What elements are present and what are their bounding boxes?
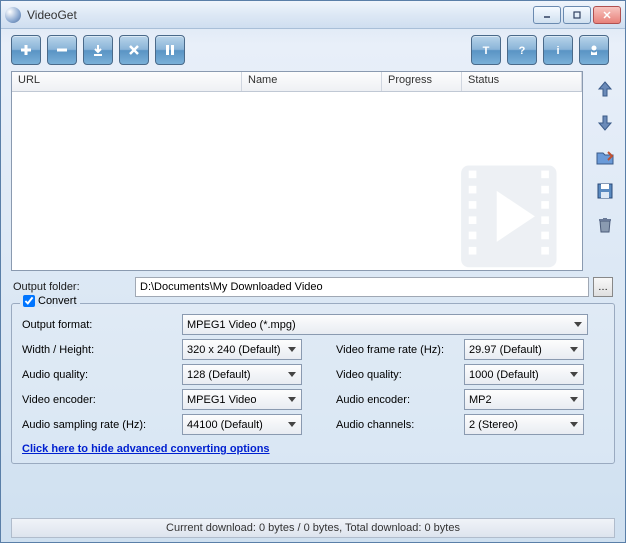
titlebar: VideoGet [1, 1, 625, 29]
download-button[interactable] [83, 35, 113, 65]
col-url[interactable]: URL [12, 72, 242, 91]
help-button[interactable]: ? [507, 35, 537, 65]
aq-select[interactable]: 128 (Default) [182, 364, 302, 385]
output-folder-input[interactable] [135, 277, 589, 297]
info-button[interactable]: i [543, 35, 573, 65]
maximize-button[interactable] [563, 6, 591, 24]
app-icon [5, 7, 21, 23]
ach-label: Audio channels: [336, 419, 456, 431]
svg-text:?: ? [519, 45, 526, 57]
convert-checkbox[interactable] [23, 295, 35, 307]
asr-label: Audio sampling rate (Hz): [22, 419, 174, 431]
remove-button[interactable] [47, 35, 77, 65]
pause-button[interactable] [155, 35, 185, 65]
download-list[interactable]: URL Name Progress Status [11, 71, 583, 271]
vfr-select[interactable]: 29.97 (Default) [464, 339, 584, 360]
vq-label: Video quality: [336, 369, 456, 381]
stop-button[interactable] [119, 35, 149, 65]
minimize-button[interactable] [533, 6, 561, 24]
toolbar: T ? i [1, 29, 625, 71]
wh-label: Width / Height: [22, 344, 174, 356]
move-up-button[interactable] [593, 77, 617, 101]
tool-t-button[interactable]: T [471, 35, 501, 65]
open-folder-button[interactable] [593, 145, 617, 169]
browse-button[interactable]: … [593, 277, 613, 297]
convert-legend: Convert [20, 295, 80, 307]
svg-text:T: T [483, 45, 490, 57]
aq-label: Audio quality: [22, 369, 174, 381]
aenc-label: Audio encoder: [336, 394, 456, 406]
app-window: VideoGet T ? i URL Name Progress Status [0, 0, 626, 543]
aenc-select[interactable]: MP2 [464, 389, 584, 410]
vfr-label: Video frame rate (Hz): [336, 344, 456, 356]
window-controls [533, 6, 621, 24]
ach-select[interactable]: 2 (Stereo) [464, 414, 584, 435]
status-text: Current download: 0 bytes / 0 bytes, Tot… [166, 522, 460, 534]
col-progress[interactable]: Progress [382, 72, 462, 91]
advanced-toggle-link[interactable]: Click here to hide advanced converting o… [22, 443, 270, 455]
status-bar: Current download: 0 bytes / 0 bytes, Tot… [11, 518, 615, 538]
side-buttons [593, 77, 617, 237]
convert-group: Convert Output format: MPEG1 Video (*.mp… [11, 303, 615, 464]
vq-select[interactable]: 1000 (Default) [464, 364, 584, 385]
move-down-button[interactable] [593, 111, 617, 135]
watermark-icon [432, 140, 583, 271]
col-name[interactable]: Name [242, 72, 382, 91]
col-status[interactable]: Status [462, 72, 582, 91]
delete-button[interactable] [593, 213, 617, 237]
format-label: Output format: [22, 319, 174, 331]
list-header: URL Name Progress Status [12, 72, 582, 92]
window-title: VideoGet [27, 8, 533, 22]
output-label: Output folder: [13, 281, 131, 293]
venc-label: Video encoder: [22, 394, 174, 406]
output-row: Output folder: … [1, 271, 625, 303]
format-select[interactable]: MPEG1 Video (*.mpg) [182, 314, 588, 335]
close-button[interactable] [593, 6, 621, 24]
asr-select[interactable]: 44100 (Default) [182, 414, 302, 435]
venc-select[interactable]: MPEG1 Video [182, 389, 302, 410]
add-button[interactable] [11, 35, 41, 65]
settings-button[interactable] [579, 35, 609, 65]
svg-text:i: i [556, 45, 559, 57]
convert-label: Convert [38, 295, 77, 307]
wh-select[interactable]: 320 x 240 (Default) [182, 339, 302, 360]
save-button[interactable] [593, 179, 617, 203]
